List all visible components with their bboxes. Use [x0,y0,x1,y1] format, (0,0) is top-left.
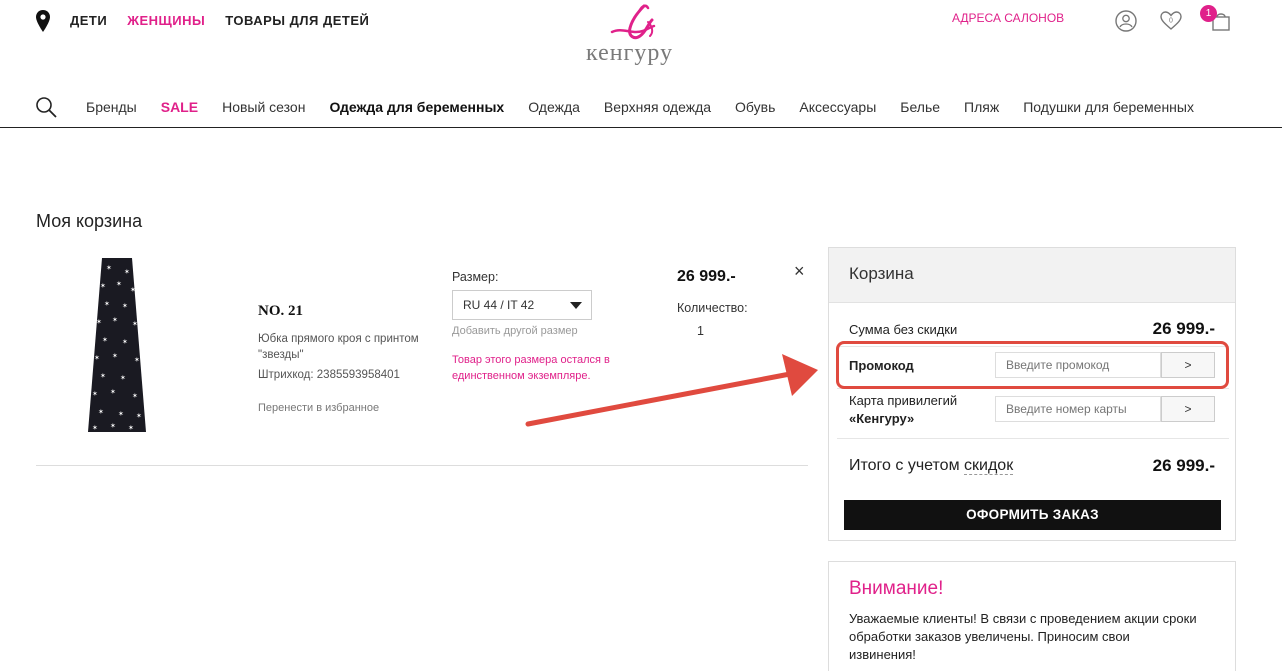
svg-text:✶: ✶ [102,336,108,344]
svg-text:✶: ✶ [98,408,104,416]
menu-item-shoes[interactable]: Обувь [735,99,775,115]
top-nav: ДЕТИ ЖЕНЩИНЫ ТОВАРЫ ДЛЯ ДЕТЕЙ [70,13,369,28]
subtotal-label: Сумма без скидки [849,322,958,337]
top-link-kids-goods[interactable]: ТОВАРЫ ДЛЯ ДЕТЕЙ [225,13,369,28]
svg-text:✶: ✶ [110,422,116,430]
subtotal-value: 26 999.- [1152,319,1215,338]
wishlist-count: 0 [1169,18,1173,25]
size-select-value: RU 44 / IT 42 [463,298,535,312]
move-to-favorites-link[interactable]: Перенести в избранное [258,402,379,414]
svg-text:✶: ✶ [136,412,142,420]
svg-text:✶: ✶ [124,268,130,276]
svg-text:✶: ✶ [112,352,118,360]
annotation-arrow-icon [525,354,818,427]
top-link-women[interactable]: ЖЕНЩИНЫ [127,13,205,28]
loyalty-card-apply-button[interactable]: > [1161,396,1215,422]
svg-text:✶: ✶ [106,264,112,272]
search-icon[interactable] [35,96,57,118]
top-bar: ДЕТИ ЖЕНЩИНЫ ТОВАРЫ ДЛЯ ДЕТЕЙ кенгуру АД… [0,0,1282,90]
svg-text:✶: ✶ [104,300,110,308]
size-label: Размер: [452,270,499,284]
menu-item-brands[interactable]: Бренды [86,99,137,115]
chevron-down-icon [570,302,582,309]
menu-item-accessories[interactable]: Аксессуары [799,99,876,115]
svg-text:✶: ✶ [100,372,106,380]
svg-text:✶: ✶ [92,390,98,398]
svg-text:✶: ✶ [128,424,134,432]
loyalty-card-input[interactable] [995,396,1161,422]
svg-text:✶: ✶ [96,318,102,326]
item-divider [36,465,808,466]
product-name[interactable]: NO. 21 [258,303,303,320]
svg-text:✶: ✶ [110,388,116,396]
user-account-icon[interactable] [1114,9,1138,33]
product-image[interactable]: ✶ ✶ ✶ ✶✶ ✶ ✶ ✶ ✶ ✶ ✶ ✶ ✶ ✶ ✶ ✶ ✶ ✶ ✶ ✶ ✶ ✶ ✶ ✶ ✶ ✶ [88,258,146,432]
menu-item-pillows[interactable]: Подушки для беременных [1023,99,1194,115]
total-value: 26 999.- [1152,456,1215,475]
item-price: 26 999.- [677,268,736,285]
salons-link[interactable]: АДРЕСА САЛОНОВ [952,11,1064,25]
menu-item-maternity[interactable]: Одежда для беременных [329,99,504,115]
product-barcode: Штрихкод: 2385593958401 [258,369,400,381]
svg-text:✶: ✶ [132,392,138,400]
menu-item-new-season[interactable]: Новый сезон [222,99,305,115]
svg-text:✶: ✶ [112,316,118,324]
loyalty-card-label-line1: Карта привилегий [849,393,958,408]
loyalty-card-label-line2: «Кенгуру» [849,411,915,426]
notice-panel: Внимание! Уважаемые клиенты! В связи с п… [828,561,1236,671]
loyalty-card-label: Карта привилегий «Кенгуру» [849,392,957,428]
cart-summary-panel: Корзина Сумма без скидки 26 999.- Промок… [828,247,1236,541]
svg-text:✶: ✶ [132,320,138,328]
discounts-tooltip-link[interactable]: скидок [964,457,1014,475]
menu-item-sale[interactable]: SALE [161,99,198,115]
page-title: Моя корзина [36,211,143,231]
menu-item-clothing[interactable]: Одежда [528,99,580,115]
svg-text:✶: ✶ [100,282,106,290]
brand-logo-text[interactable]: кенгуру [586,40,673,67]
total-label-prefix: Итого с учетом [849,457,965,474]
main-menu: Бренды SALE Новый сезон Одежда для берем… [0,92,1282,128]
menu-item-outerwear[interactable]: Верхняя одежда [604,99,711,115]
notice-title: Внимание! [849,578,944,599]
menu-item-lingerie[interactable]: Белье [900,99,940,115]
remove-item-close-icon[interactable]: × [794,261,805,282]
checkout-button[interactable]: ОФОРМИТЬ ЗАКАЗ [844,500,1221,530]
svg-text:✶: ✶ [130,286,136,294]
top-link-kids[interactable]: ДЕТИ [70,13,107,28]
add-size-link[interactable]: Добавить другой размер [452,325,578,337]
svg-text:✶: ✶ [120,374,126,382]
location-pin-icon[interactable] [36,10,50,32]
svg-text:✶: ✶ [92,424,98,432]
quantity-value[interactable]: 1 [697,324,704,338]
svg-text:✶: ✶ [118,410,124,418]
svg-text:✶: ✶ [94,354,100,362]
summary-title: Корзина [829,248,1235,303]
svg-text:✶: ✶ [122,302,128,310]
menu-item-beach[interactable]: Пляж [964,99,999,115]
svg-text:✶: ✶ [122,338,128,346]
notice-text: Уважаемые клиенты! В связи с проведением… [849,611,1197,662]
cart-count-badge: 1 [1200,5,1217,22]
svg-text:✶: ✶ [134,356,140,364]
wishlist-heart-icon[interactable]: 0 [1159,9,1183,33]
product-description: Юбка прямого кроя с принтом "звезды" [258,333,419,361]
summary-separator [837,438,1229,439]
size-select[interactable]: RU 44 / IT 42 [452,290,592,320]
quantity-label: Количество: [677,301,748,315]
promo-highlight-box [836,341,1229,389]
total-label: Итого с учетом скидок [849,457,1014,475]
svg-text:✶: ✶ [116,280,122,288]
